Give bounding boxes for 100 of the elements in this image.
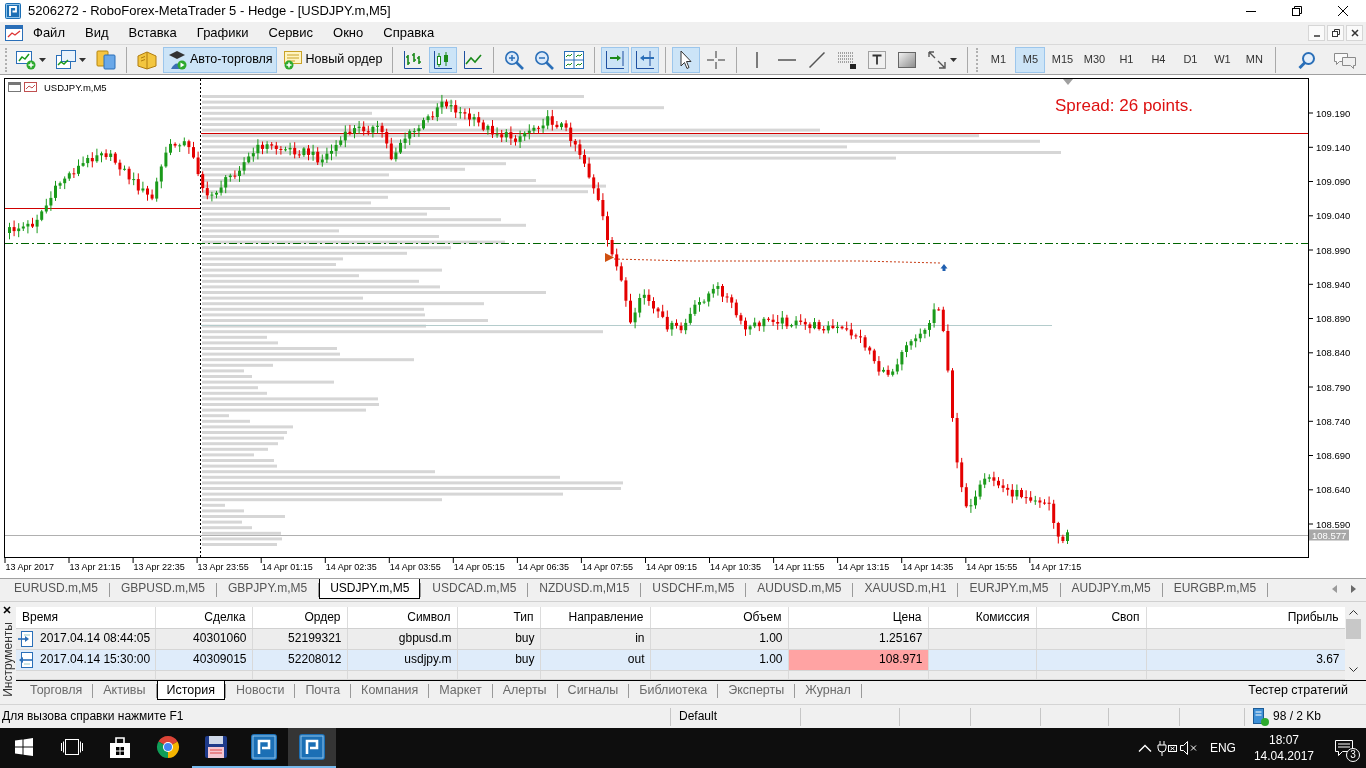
panel-tab[interactable]: Сигналы bbox=[557, 681, 629, 700]
clock-date[interactable]: 14.04.2017 bbox=[1253, 748, 1314, 764]
menu-item[interactable]: Графики bbox=[186, 24, 259, 42]
toolbar-button[interactable] bbox=[429, 46, 458, 73]
chat-icon bbox=[1333, 50, 1357, 69]
book-icon bbox=[137, 49, 157, 70]
panel-tab[interactable]: Маркет bbox=[429, 681, 492, 700]
panel-tab[interactable]: Почта bbox=[295, 681, 351, 700]
chart-tab[interactable]: EURJPY.m,M5 bbox=[958, 579, 1060, 599]
clock-time[interactable]: 18:07 bbox=[1268, 732, 1299, 748]
scroll-down-icon[interactable] bbox=[1349, 667, 1358, 672]
column-header[interactable]: Своп bbox=[1036, 607, 1146, 628]
table-row[interactable]: 2017.04.14 08:44:05 40301060 52199321 gbpusd.m buy in 1.00 1.25167 bbox=[16, 628, 1345, 649]
chart-tab[interactable]: USDCAD.m,M5 bbox=[421, 579, 528, 599]
plug-icon[interactable] bbox=[1156, 740, 1177, 756]
timeframe-button[interactable]: H4 bbox=[1143, 46, 1174, 73]
timeframe-button[interactable]: H1 bbox=[1111, 46, 1142, 73]
chevron-up-icon[interactable] bbox=[1137, 744, 1152, 752]
deal-arrow-icon bbox=[940, 264, 948, 271]
toolbar-button[interactable] bbox=[601, 46, 630, 73]
time-axis-label: 13 Apr 22:35 bbox=[133, 562, 185, 572]
window-title: 5206272 - RoboForex-MetaTrader 5 - Hedge - [USDJPY.m,M5] bbox=[28, 3, 391, 19]
toolbar-button[interactable] bbox=[631, 46, 660, 73]
time-axis-label: 14 Apr 11:55 bbox=[774, 562, 825, 572]
price-axis-label: 108.590 bbox=[1316, 518, 1351, 530]
chart-tab[interactable]: AUDJPY.m,M5 bbox=[1060, 579, 1162, 599]
horizontal-line-icon bbox=[778, 58, 797, 61]
timeframe-button[interactable]: W1 bbox=[1207, 46, 1238, 73]
chart-tab[interactable]: EURGBP.m,M5 bbox=[1162, 579, 1268, 599]
speaker-muted-icon[interactable] bbox=[1179, 741, 1198, 755]
time-axis-label: 14 Apr 09:15 bbox=[646, 562, 698, 572]
panel-tab[interactable]: Новости bbox=[226, 681, 295, 700]
column-header[interactable]: Время bbox=[16, 607, 155, 628]
chart-window-icon bbox=[5, 25, 23, 41]
close-button[interactable] bbox=[3, 606, 13, 616]
zoom-in-icon bbox=[504, 49, 525, 70]
scroll-up-icon[interactable] bbox=[1349, 610, 1358, 615]
menu-item[interactable]: Вид bbox=[74, 24, 119, 42]
chart-tab[interactable]: EURUSD.m,M5 bbox=[3, 579, 109, 599]
panel-tab[interactable]: Торговля bbox=[20, 681, 93, 700]
table-cell: 2017.04.14 08:44:05 bbox=[40, 631, 151, 646]
column-header[interactable]: Прибыль bbox=[1146, 607, 1345, 628]
menu-item[interactable]: Файл bbox=[23, 24, 75, 42]
panel-tab[interactable]: Тестер стратегий bbox=[1238, 681, 1358, 700]
close-button[interactable] bbox=[1346, 25, 1363, 41]
close-icon bbox=[1338, 6, 1348, 16]
new-order-button[interactable]: Новый ордер bbox=[278, 46, 387, 73]
panel-tab[interactable]: История bbox=[156, 681, 225, 700]
restore-icon bbox=[1331, 29, 1340, 37]
panel-tab[interactable]: Библиотека bbox=[629, 681, 718, 700]
panel-tab[interactable]: Компания bbox=[351, 681, 429, 700]
time-axis-label: 13 Apr 2017 bbox=[5, 562, 55, 572]
price-axis-label: 108.890 bbox=[1316, 313, 1351, 324]
chart-tab[interactable]: NZDUSD.m,M15 bbox=[528, 579, 641, 599]
column-header[interactable]: Комиссия bbox=[928, 607, 1036, 628]
menu-item[interactable]: Сервис bbox=[258, 24, 324, 42]
auto-trading-button[interactable]: Авто-торговля bbox=[163, 46, 277, 73]
taskbar-app-button[interactable] bbox=[288, 728, 336, 768]
timeframe-button[interactable]: M5 bbox=[1015, 46, 1046, 73]
shift-marker-icon bbox=[1063, 79, 1073, 85]
time-axis-label: 14 Apr 13:15 bbox=[838, 562, 890, 572]
menu-item[interactable]: Окно bbox=[323, 24, 374, 42]
column-header[interactable]: Тип bbox=[457, 607, 540, 628]
tiled-windows-icon bbox=[564, 49, 585, 70]
timeframe-button[interactable]: D1 bbox=[1175, 46, 1206, 73]
panel-tab[interactable]: Эксперты bbox=[718, 681, 795, 700]
column-header[interactable]: Объем bbox=[650, 607, 788, 628]
timeframe-button[interactable]: M1 bbox=[983, 46, 1014, 73]
chart-tab[interactable]: USDCHF.m,M5 bbox=[641, 579, 746, 599]
chart-tab[interactable]: AUDUSD.m,M5 bbox=[746, 579, 853, 599]
scroll-right-icon[interactable] bbox=[1351, 585, 1356, 593]
panel-tab[interactable]: Активы bbox=[93, 681, 156, 700]
chart-tab[interactable]: GBPJPY.m,M5 bbox=[217, 579, 319, 599]
toolbar-button[interactable] bbox=[672, 46, 701, 73]
table-row[interactable]: 2017.04.14 15:30:00 40309015 52208012 usdjpy.m buy out 1.00 108.971 3.67 bbox=[16, 649, 1345, 670]
timeframe-button[interactable]: M15 bbox=[1047, 46, 1078, 73]
column-header[interactable]: Символ bbox=[347, 607, 457, 628]
scrollbar-thumb[interactable] bbox=[1346, 619, 1361, 639]
stacked-windows-icon bbox=[56, 49, 76, 70]
chart-tab[interactable]: GBPUSD.m,M5 bbox=[110, 579, 217, 599]
restore-button[interactable] bbox=[1327, 25, 1344, 41]
chart-tab[interactable]: XAUUSD.m,H1 bbox=[853, 579, 958, 599]
column-header[interactable]: Ордер bbox=[252, 607, 347, 628]
column-header[interactable]: Цена bbox=[788, 607, 928, 628]
menu-item[interactable]: Справка bbox=[373, 24, 445, 42]
timeframe-button[interactable]: M30 bbox=[1079, 46, 1110, 73]
text-frame-icon bbox=[867, 49, 888, 70]
panel-tab[interactable]: Алерты bbox=[492, 681, 557, 700]
price-axis-label: 108.690 bbox=[1316, 450, 1351, 461]
timeframe-button[interactable]: MN bbox=[1239, 46, 1270, 73]
time-axis-label: 14 Apr 15:55 bbox=[966, 562, 1018, 572]
menu-item[interactable]: Вставка bbox=[118, 24, 187, 42]
chart-plus-icon bbox=[16, 49, 36, 70]
column-header[interactable]: Направление bbox=[540, 607, 650, 628]
column-header[interactable]: Сделка bbox=[155, 607, 252, 628]
language-indicator[interactable]: ENG bbox=[1199, 740, 1246, 756]
panel-tab[interactable]: Журнал bbox=[795, 681, 861, 700]
minimize-button[interactable] bbox=[1308, 25, 1325, 41]
shopping-bag-icon bbox=[109, 736, 131, 758]
chart-tab[interactable]: USDJPY.m,M5 bbox=[319, 579, 421, 599]
